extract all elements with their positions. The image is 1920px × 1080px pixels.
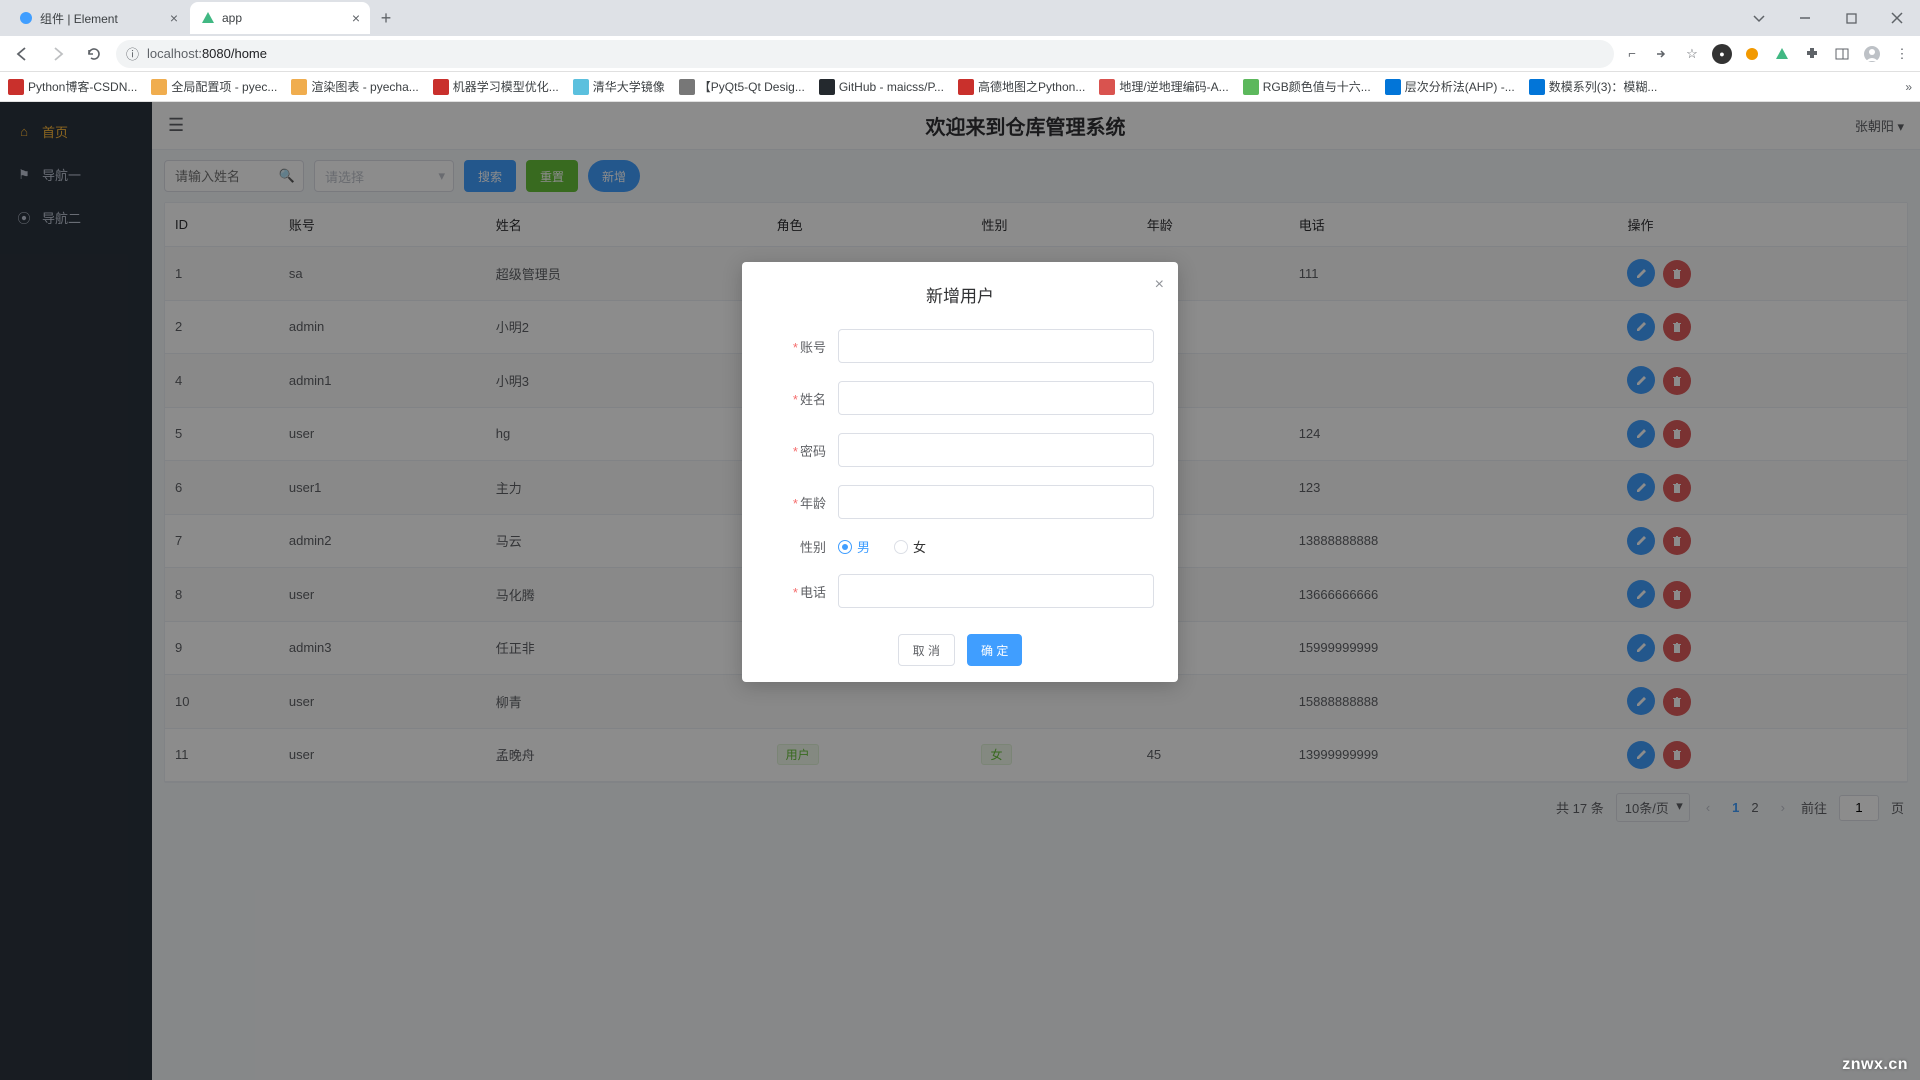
sex-female-radio[interactable]: 女: [894, 537, 926, 556]
tab-title: 组件 | Element: [40, 10, 164, 27]
bookmark-favicon-icon: [433, 79, 449, 95]
bookmark-label: 全局配置项 - pyec...: [171, 78, 277, 95]
tab-favicon-icon: [200, 10, 216, 26]
bookmark-label: 机器学习模型优化...: [453, 78, 559, 95]
bookmark-item[interactable]: Python博客-CSDN...: [8, 78, 137, 95]
bookmark-label: 数模系列(3)：模糊...: [1549, 78, 1658, 95]
bookmark-label: 高德地图之Python...: [978, 78, 1085, 95]
bookmark-item[interactable]: GitHub - maicss/P...: [819, 79, 944, 95]
menu-icon[interactable]: ⋮: [1892, 44, 1912, 64]
ext3-icon[interactable]: [1772, 44, 1792, 64]
bookmark-item[interactable]: 渲染图表 - pyecha...: [291, 78, 418, 95]
bookmark-favicon-icon: [1243, 79, 1259, 95]
account-field[interactable]: [838, 329, 1154, 363]
tab-favicon-icon: [18, 10, 34, 26]
ok-button[interactable]: 确 定: [967, 634, 1022, 666]
bookmark-favicon-icon: [573, 79, 589, 95]
bookmark-item[interactable]: 地理/逆地理编码-A...: [1099, 78, 1228, 95]
bookmark-label: 渲染图表 - pyecha...: [311, 78, 418, 95]
ext2-icon[interactable]: [1742, 44, 1762, 64]
bookmark-item[interactable]: 清华大学镜像: [573, 78, 665, 95]
url-host: localhost:: [147, 46, 202, 61]
radio-icon: [838, 540, 852, 554]
dialog-title: 新增用户: [766, 282, 1154, 307]
bookmark-item[interactable]: 全局配置项 - pyec...: [151, 78, 277, 95]
phone-field[interactable]: [838, 574, 1154, 608]
site-info-icon[interactable]: ⓘ: [126, 44, 139, 63]
bookmark-favicon-icon: [1529, 79, 1545, 95]
bookmark-favicon-icon: [8, 79, 24, 95]
window-dropdown-icon[interactable]: [1736, 2, 1782, 34]
dialog-close-icon[interactable]: ×: [1155, 276, 1164, 294]
new-tab-button[interactable]: +: [372, 4, 400, 32]
bookmark-label: RGB颜色值与十六...: [1263, 78, 1371, 95]
browser-tab-active[interactable]: app ×: [190, 2, 370, 34]
bookmarks-overflow-icon[interactable]: »: [1905, 80, 1912, 94]
window-maximize-icon[interactable]: [1828, 2, 1874, 34]
browser-tab[interactable]: 组件 | Element ×: [8, 2, 188, 34]
name-field[interactable]: [838, 381, 1154, 415]
nav-reload-icon[interactable]: [80, 40, 108, 68]
browser-tab-bar: 组件 | Element × app × +: [0, 0, 1920, 36]
bookmark-item[interactable]: 【PyQt5-Qt Desig...: [679, 78, 805, 95]
cancel-button[interactable]: 取 消: [898, 634, 955, 666]
bookmark-label: 清华大学镜像: [593, 78, 665, 95]
tab-title: app: [222, 11, 346, 25]
bookmark-label: GitHub - maicss/P...: [839, 80, 944, 94]
bookmark-item[interactable]: 机器学习模型优化...: [433, 78, 559, 95]
key-icon[interactable]: ⌐: [1622, 44, 1642, 64]
bookmark-label: Python博客-CSDN...: [28, 78, 137, 95]
window-controls: [1736, 2, 1920, 34]
address-bar: ⓘ localhost:8080/home ⌐ ☆ ● ⋮: [0, 36, 1920, 72]
close-icon[interactable]: ×: [352, 10, 360, 26]
ext1-icon[interactable]: ●: [1712, 44, 1732, 64]
extensions-icon[interactable]: [1802, 44, 1822, 64]
url-input[interactable]: ⓘ localhost:8080/home: [116, 40, 1614, 68]
close-icon[interactable]: ×: [170, 10, 178, 26]
watermark: znwx.cn: [1842, 1056, 1908, 1074]
share-icon[interactable]: [1652, 44, 1672, 64]
age-field[interactable]: [838, 485, 1154, 519]
nav-back-icon[interactable]: [8, 40, 36, 68]
bookmark-favicon-icon: [1385, 79, 1401, 95]
side-panel-icon[interactable]: [1832, 44, 1852, 64]
bookmark-item[interactable]: RGB颜色值与十六...: [1243, 78, 1371, 95]
nav-forward-icon[interactable]: [44, 40, 72, 68]
bookmark-favicon-icon: [1099, 79, 1115, 95]
window-minimize-icon[interactable]: [1782, 2, 1828, 34]
window-close-icon[interactable]: [1874, 2, 1920, 34]
bookmark-item[interactable]: 数模系列(3)：模糊...: [1529, 78, 1658, 95]
bookmark-label: 层次分析法(AHP) -...: [1405, 78, 1515, 95]
dialog-mask[interactable]: × 新增用户 *账号 *姓名 *密码 *年龄 性别: [0, 102, 1920, 1080]
star-icon[interactable]: ☆: [1682, 44, 1702, 64]
bookmark-label: 【PyQt5-Qt Desig...: [699, 78, 805, 95]
sex-male-radio[interactable]: 男: [838, 537, 870, 556]
profile-icon[interactable]: [1862, 44, 1882, 64]
url-path: 8080/home: [202, 46, 267, 61]
bookmark-favicon-icon: [151, 79, 167, 95]
add-user-dialog: × 新增用户 *账号 *姓名 *密码 *年龄 性别: [742, 262, 1178, 682]
bookmark-item[interactable]: 高德地图之Python...: [958, 78, 1085, 95]
bookmark-favicon-icon: [819, 79, 835, 95]
radio-icon: [894, 540, 908, 554]
bookmarks-bar: Python博客-CSDN... 全局配置项 - pyec... 渲染图表 - py…: [0, 72, 1920, 102]
bookmark-favicon-icon: [679, 79, 695, 95]
bookmark-item[interactable]: 层次分析法(AHP) -...: [1385, 78, 1515, 95]
bookmark-favicon-icon: [291, 79, 307, 95]
password-field[interactable]: [838, 433, 1154, 467]
bookmark-label: 地理/逆地理编码-A...: [1119, 78, 1228, 95]
bookmark-favicon-icon: [958, 79, 974, 95]
